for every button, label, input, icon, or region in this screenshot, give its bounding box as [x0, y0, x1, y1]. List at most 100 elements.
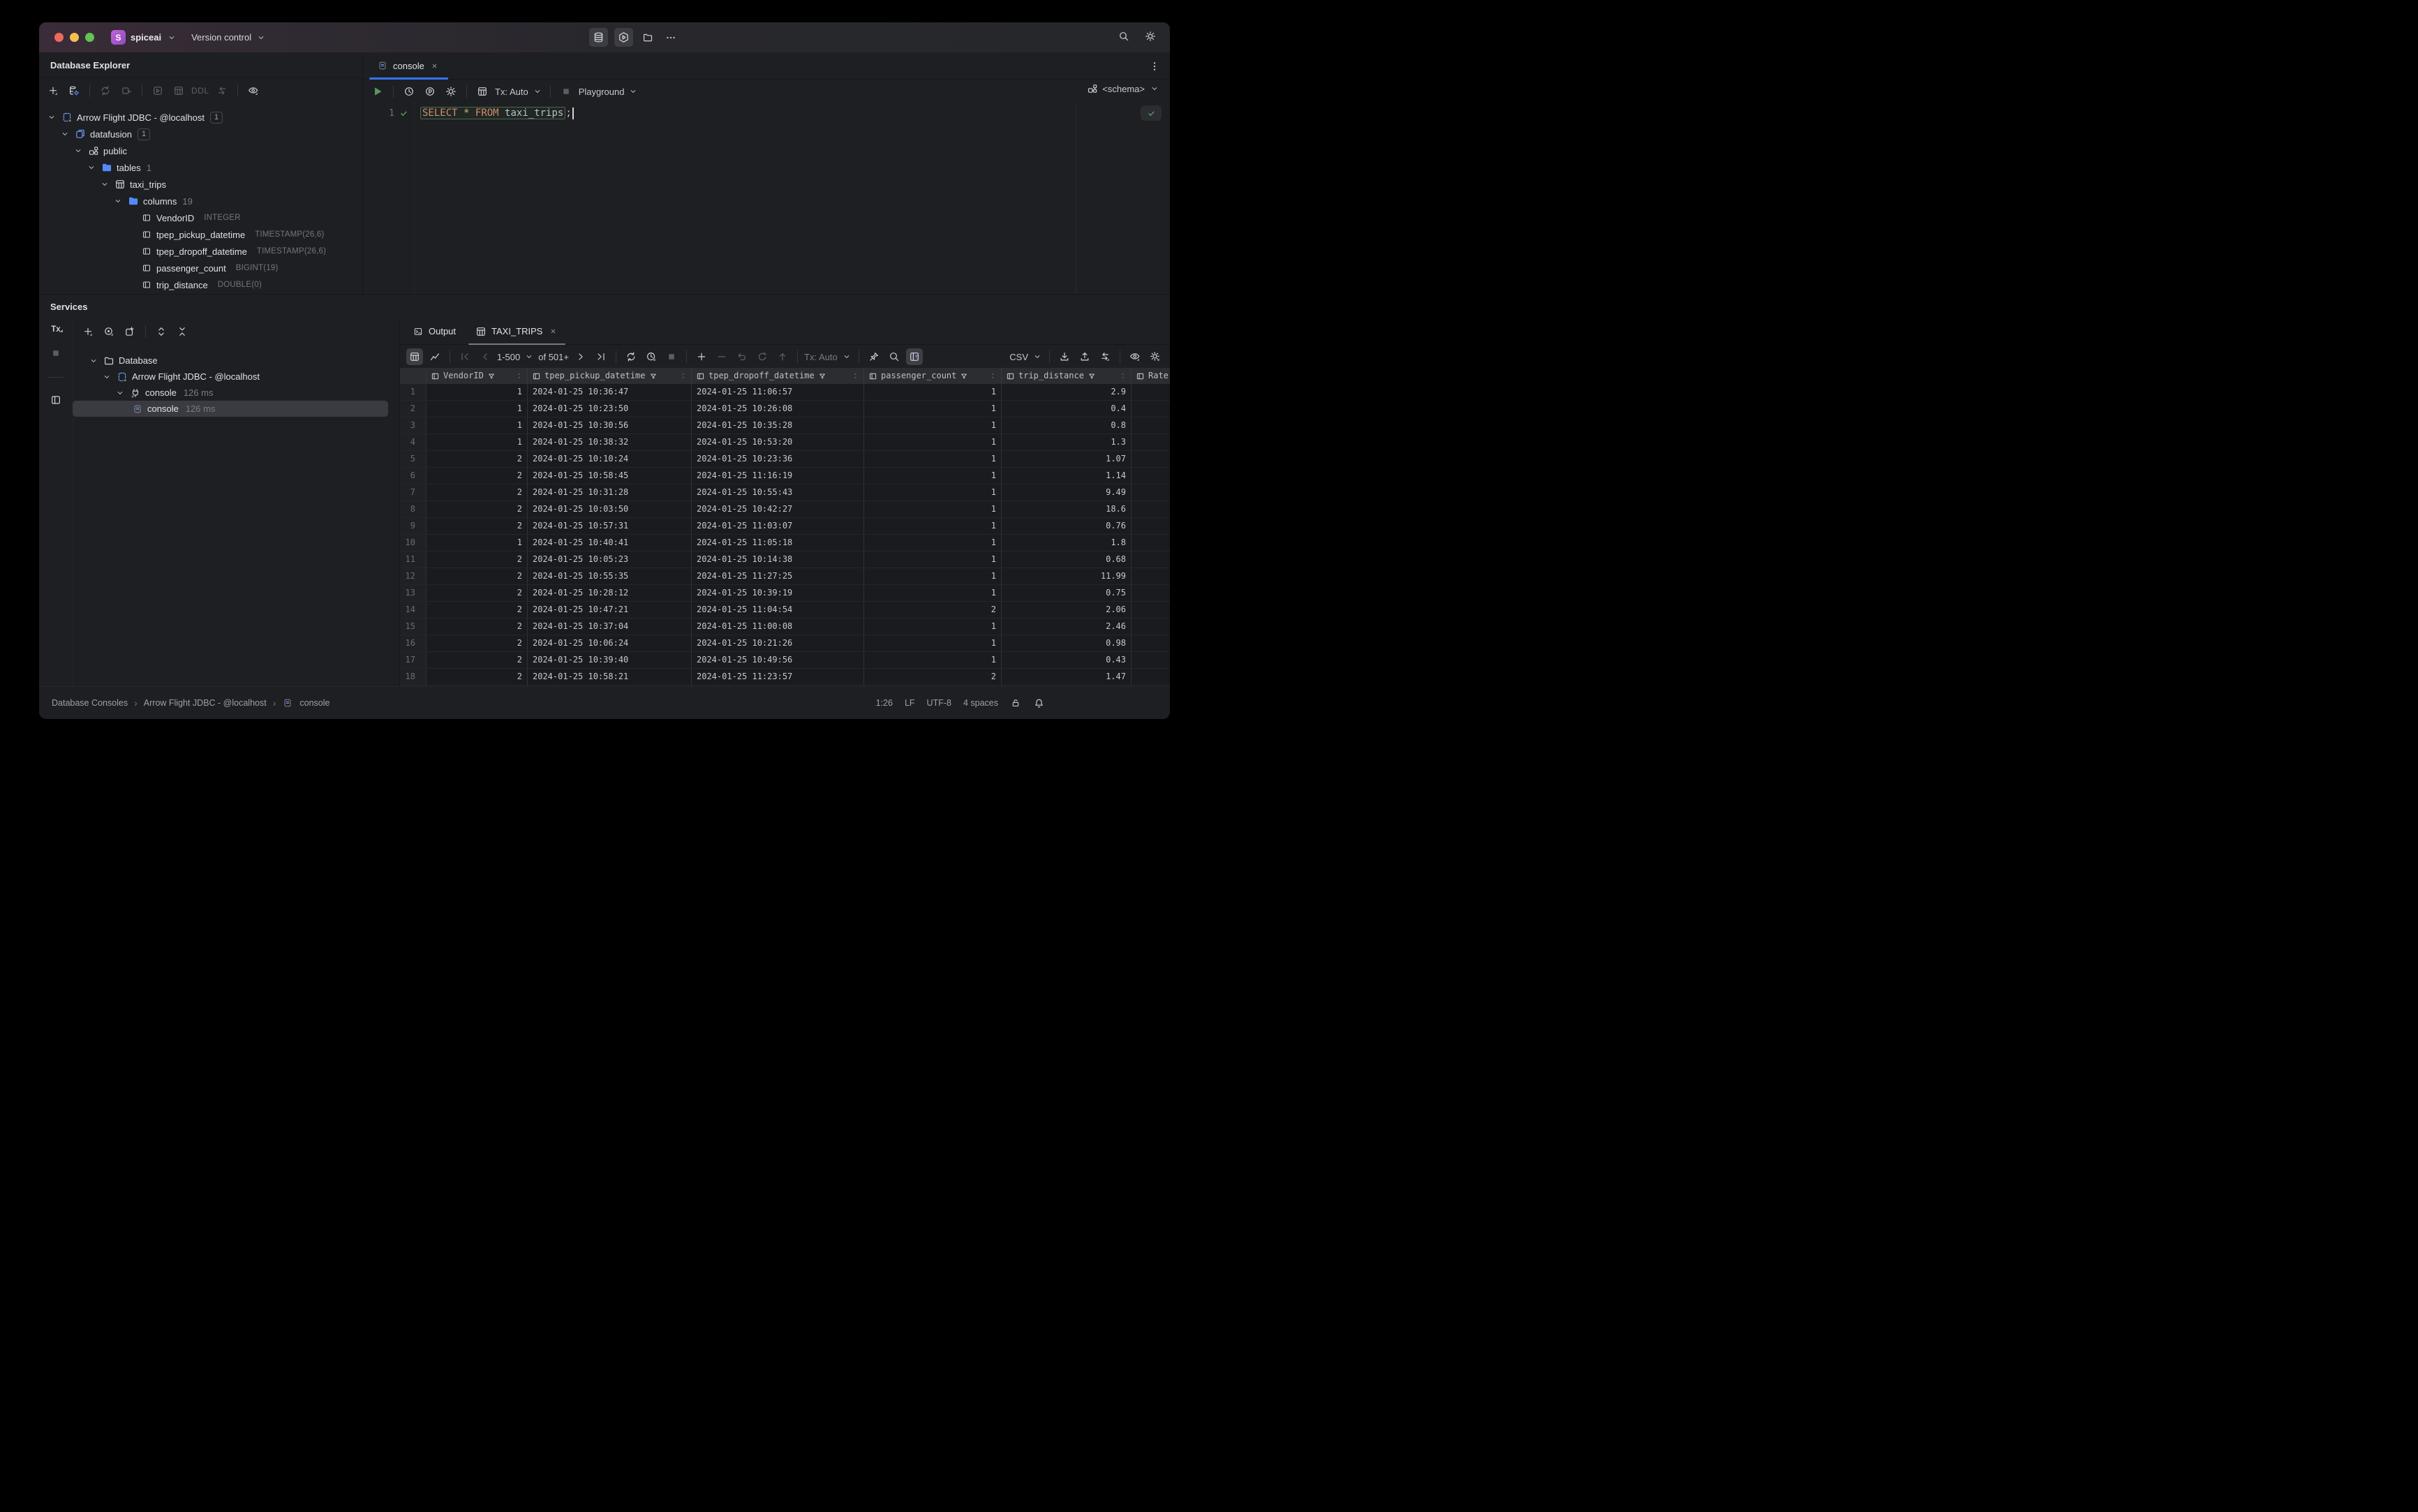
grid-column-header[interactable]: passenger_count: [864, 368, 1002, 384]
grid-cell[interactable]: 0.8: [1002, 417, 1132, 433]
refresh-icon[interactable]: [97, 82, 114, 99]
search-icon[interactable]: [1115, 28, 1132, 45]
tab-taxi-trips[interactable]: TAXI_TRIPS: [468, 318, 566, 345]
grid-cell[interactable]: 2: [427, 618, 528, 635]
database-tool-button[interactable]: [589, 28, 608, 47]
grid-cell[interactable]: 1: [864, 618, 1002, 635]
grid-cell[interactable]: [1132, 618, 1170, 635]
grid-cell[interactable]: 2024-01-25 10:36:47: [528, 384, 692, 400]
grid-cell[interactable]: 2: [427, 501, 528, 517]
filter-panel-toggle[interactable]: [905, 348, 923, 365]
explorer-tree-item[interactable]: passenger_count BIGINT(19): [39, 260, 362, 276]
grid-cell[interactable]: 1: [864, 501, 1002, 517]
grid-cell[interactable]: [1132, 518, 1170, 534]
datasource-properties-button[interactable]: [66, 82, 82, 99]
version-control-menu[interactable]: Version control: [191, 32, 267, 43]
grid-cell[interactable]: 2024-01-25 10:30:56: [528, 417, 692, 433]
grid-tx-dropdown[interactable]: Tx: Auto: [804, 351, 852, 362]
grid-cell[interactable]: 1.07: [1002, 451, 1132, 467]
explorer-tree-item[interactable]: columns 19: [39, 193, 362, 209]
first-page-icon[interactable]: [457, 348, 473, 365]
collapse-all-icon[interactable]: [174, 323, 191, 340]
last-page-icon[interactable]: [593, 348, 609, 365]
unlock-icon[interactable]: [1010, 697, 1021, 709]
grid-cell[interactable]: 1: [864, 551, 1002, 568]
playground-dropdown[interactable]: Playground: [579, 86, 639, 97]
grid-cell[interactable]: 2: [427, 652, 528, 668]
grid-cell[interactable]: 2024-01-25 11:16:19: [692, 468, 864, 484]
tx-mode-dropdown[interactable]: Tx: Auto: [495, 86, 543, 97]
grid-cell[interactable]: 2: [427, 551, 528, 568]
project-widget[interactable]: S spiceai: [111, 30, 177, 45]
tab-console[interactable]: console: [369, 52, 448, 80]
tab-output[interactable]: Output: [406, 318, 463, 344]
minimize-window-button[interactable]: [70, 33, 79, 42]
open-in-new-tab-button[interactable]: [121, 323, 138, 340]
grid-cell[interactable]: [1132, 535, 1170, 551]
next-page-icon[interactable]: [572, 348, 589, 365]
prev-page-icon[interactable]: [477, 348, 494, 365]
grid-cell[interactable]: 1: [864, 568, 1002, 584]
jump-to-console-button[interactable]: [149, 82, 166, 99]
auto-refresh-icon[interactable]: [643, 348, 660, 365]
close-icon[interactable]: [547, 326, 558, 337]
page-range-dropdown[interactable]: 1-500: [497, 351, 535, 362]
explorer-tree-item[interactable]: taxi_trips: [39, 176, 362, 193]
grid-cell[interactable]: [1132, 501, 1170, 517]
services-tree-item[interactable]: console 126 ms: [73, 385, 399, 401]
grid-column-header[interactable]: tpep_pickup_datetime: [528, 368, 692, 384]
export-format-dropdown[interactable]: CSV: [1009, 351, 1043, 362]
grid-cell[interactable]: 1.3: [1002, 434, 1132, 450]
grid-cell[interactable]: 2: [427, 585, 528, 601]
export-data-icon[interactable]: [1056, 348, 1073, 365]
grid-cell[interactable]: 1: [427, 401, 528, 417]
schema-selector[interactable]: <schema>: [1087, 83, 1160, 94]
grid-cell[interactable]: 0.98: [1002, 635, 1132, 651]
table-view-toggle[interactable]: [406, 348, 423, 365]
pin-tab-icon[interactable]: [866, 348, 882, 365]
grid-cell[interactable]: 0.4: [1002, 401, 1132, 417]
expand-all-icon[interactable]: [153, 323, 170, 340]
grid-column-header[interactable]: tpep_dropoff_datetime: [692, 368, 864, 384]
goto-source-button[interactable]: [214, 82, 230, 99]
add-row-button[interactable]: [693, 348, 710, 365]
add-datasource-button[interactable]: [45, 82, 61, 99]
more-tools-button[interactable]: [662, 29, 679, 46]
encoding-widget[interactable]: UTF-8: [927, 698, 951, 708]
grid-cell[interactable]: [1132, 401, 1170, 417]
grid-cell[interactable]: 2024-01-25 11:06:57: [692, 384, 864, 400]
grid-cell[interactable]: 0.43: [1002, 652, 1132, 668]
grid-cell[interactable]: [1132, 551, 1170, 568]
grid-cell[interactable]: 2024-01-25 10:35:28: [692, 417, 864, 433]
grid-cell[interactable]: [1132, 417, 1170, 433]
grid-cell[interactable]: 2024-01-25 10:57:31: [528, 518, 692, 534]
services-tree-item[interactable]: Database: [73, 353, 399, 369]
grid-cell[interactable]: 2024-01-25 10:37:04: [528, 618, 692, 635]
grid-column-header[interactable]: trip_distance: [1002, 368, 1132, 384]
explorer-tree-item[interactable]: tables 1: [39, 159, 362, 176]
grid-cell[interactable]: 1: [864, 434, 1002, 450]
grid-cell[interactable]: 2024-01-25 11:23:57: [692, 669, 864, 685]
ddl-button[interactable]: DDL: [191, 86, 209, 96]
grid-cell[interactable]: 2024-01-25 10:10:24: [528, 451, 692, 467]
grid-cell[interactable]: 1: [427, 417, 528, 433]
gear-icon[interactable]: [1142, 28, 1159, 45]
grid-cell[interactable]: 2: [864, 669, 1002, 685]
grid-cell[interactable]: 2024-01-25 10:06:24: [528, 635, 692, 651]
grid-cell[interactable]: 1: [864, 417, 1002, 433]
grid-cell[interactable]: 2024-01-25 11:27:25: [692, 568, 864, 584]
grid-cell[interactable]: 2024-01-25 10:40:41: [528, 535, 692, 551]
parameters-icon[interactable]: [422, 83, 438, 100]
grid-cell[interactable]: 9.49: [1002, 484, 1132, 501]
grid-cell[interactable]: 1: [864, 635, 1002, 651]
add-service-button[interactable]: [80, 323, 96, 340]
browse-data-icon[interactable]: [474, 83, 491, 100]
grid-cell[interactable]: 2024-01-25 10:39:40: [528, 652, 692, 668]
project-files-button[interactable]: [639, 29, 656, 46]
explorer-tree-item[interactable]: public: [39, 142, 362, 159]
sql-code[interactable]: SELECT * FROM taxi_trips;: [415, 105, 1170, 121]
grid-cell[interactable]: 2024-01-25 10:55:43: [692, 484, 864, 501]
grid-cell[interactable]: 18.6: [1002, 501, 1132, 517]
grid-cell[interactable]: 2: [427, 568, 528, 584]
grid-cell[interactable]: [1132, 652, 1170, 668]
